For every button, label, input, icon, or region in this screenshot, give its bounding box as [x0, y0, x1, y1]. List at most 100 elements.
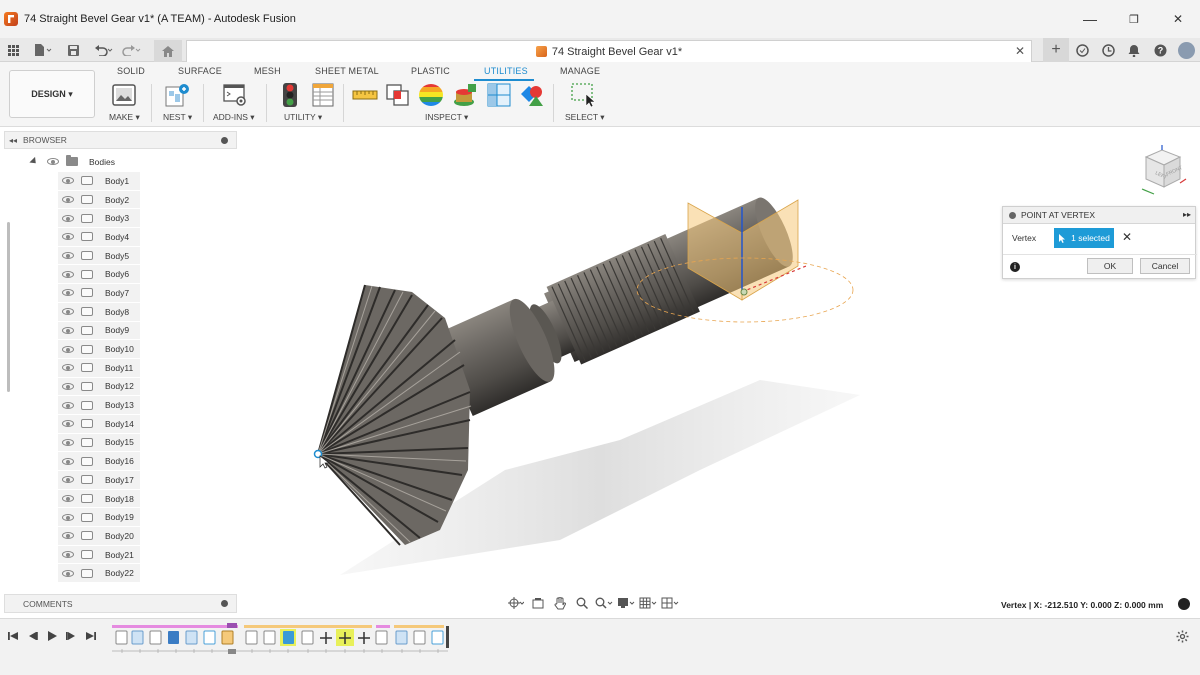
zoom-icon[interactable]	[571, 594, 593, 612]
visibility-eye-icon[interactable]	[62, 401, 74, 409]
nest-icon[interactable]	[164, 82, 190, 108]
draft-analysis-icon[interactable]	[452, 82, 478, 108]
visibility-eye-icon[interactable]	[62, 513, 74, 521]
home-tab[interactable]	[154, 40, 182, 62]
timeline-last-icon[interactable]	[84, 629, 98, 643]
viewports-icon[interactable]	[659, 594, 681, 612]
browser-body-item[interactable]: Body22	[58, 564, 140, 584]
section-analysis-icon[interactable]	[486, 82, 512, 108]
timeline-first-icon[interactable]	[6, 629, 20, 643]
canvas-viewport[interactable]	[240, 128, 1200, 618]
expand-dialog-icon[interactable]: ▸▸	[1183, 210, 1191, 219]
visibility-eye-icon[interactable]	[62, 420, 74, 428]
timeline-next-icon[interactable]	[64, 629, 78, 643]
comments-panel[interactable]: COMMENTS	[4, 594, 237, 613]
extensions-icon[interactable]	[1069, 38, 1095, 62]
undo-icon[interactable]	[92, 42, 116, 58]
timeline-settings-gear-icon[interactable]	[1176, 630, 1189, 646]
document-tab[interactable]: 74 Straight Bevel Gear v1* ✕	[186, 40, 1032, 62]
expand-triangle-icon[interactable]	[29, 156, 39, 167]
visibility-eye-icon[interactable]	[62, 308, 74, 316]
tab-sheet-metal[interactable]: SHEET METAL	[315, 66, 379, 76]
app-grid-icon[interactable]	[6, 42, 20, 58]
visibility-eye-icon[interactable]	[62, 214, 74, 222]
browser-body-item[interactable]: Body4	[58, 228, 140, 247]
browser-body-item[interactable]: Body19	[58, 508, 140, 528]
tab-utilities[interactable]: UTILITIES	[484, 66, 528, 76]
visibility-eye-icon[interactable]	[47, 158, 59, 165]
display-settings-icon[interactable]	[615, 594, 637, 612]
browser-body-item[interactable]: Body21	[58, 545, 140, 565]
view-options-icon[interactable]	[1178, 598, 1190, 610]
help-icon[interactable]: ?	[1147, 38, 1173, 62]
browser-body-item[interactable]: Body17	[58, 471, 140, 490]
workspace-switcher-button[interactable]: DESIGN ▾	[9, 70, 95, 118]
browser-scrollbar[interactable]	[7, 222, 10, 392]
browser-body-item[interactable]: Body3	[58, 209, 140, 229]
browser-body-item[interactable]: Body12	[58, 377, 140, 397]
close-window-button[interactable]: ✕	[1156, 0, 1200, 38]
cancel-button[interactable]: Cancel	[1140, 258, 1190, 274]
browser-body-item[interactable]: Body6	[58, 265, 140, 285]
scripts-addins-icon[interactable]	[222, 82, 248, 108]
visibility-eye-icon[interactable]	[62, 495, 74, 503]
browser-body-item[interactable]: Body2	[58, 190, 140, 210]
timeline-previous-icon[interactable]	[26, 629, 40, 643]
collapse-arrows-icon[interactable]: ◂◂	[9, 136, 17, 145]
comments-pin-icon[interactable]	[221, 600, 228, 607]
visibility-eye-icon[interactable]	[62, 532, 74, 540]
browser-body-item[interactable]: Body15	[58, 433, 140, 453]
browser-body-item[interactable]: Body9	[58, 321, 140, 341]
component-color-cycling-icon[interactable]	[519, 82, 545, 108]
visibility-eye-icon[interactable]	[62, 177, 74, 185]
clear-selection-icon[interactable]: ✕	[1122, 230, 1132, 244]
tab-manage[interactable]: MANAGE	[560, 66, 600, 76]
browser-body-item[interactable]: Body1	[58, 172, 140, 191]
visibility-eye-icon[interactable]	[62, 345, 74, 353]
curvature-zebra-icon[interactable]	[418, 82, 444, 108]
tab-plastic[interactable]: PLASTIC	[411, 66, 450, 76]
notifications-bell-icon[interactable]	[1121, 38, 1147, 62]
browser-body-item[interactable]: Body5	[58, 246, 140, 266]
save-icon[interactable]	[66, 42, 80, 58]
group-select[interactable]: SELECT ▾	[565, 112, 605, 123]
browser-body-item[interactable]: Body18	[58, 489, 140, 509]
visibility-eye-icon[interactable]	[62, 364, 74, 372]
visibility-eye-icon[interactable]	[62, 233, 74, 241]
parameters-table-icon[interactable]	[310, 82, 336, 108]
redo-icon[interactable]	[120, 42, 144, 58]
orbit-icon[interactable]	[505, 594, 527, 612]
visibility-eye-icon[interactable]	[62, 569, 74, 577]
browser-body-item[interactable]: Body14	[58, 414, 140, 434]
view-cube[interactable]: LEFT FRONT	[1136, 145, 1188, 197]
group-make[interactable]: MAKE ▾	[109, 112, 140, 123]
visibility-eye-icon[interactable]	[62, 476, 74, 484]
visibility-eye-icon[interactable]	[62, 382, 74, 390]
timeline-features[interactable]	[112, 623, 462, 657]
minimize-button[interactable]: —	[1068, 0, 1112, 38]
timeline-play-icon[interactable]	[45, 629, 59, 643]
maximize-button[interactable]: ❐	[1112, 0, 1156, 38]
new-tab-icon[interactable]: +	[1043, 38, 1069, 62]
job-status-icon[interactable]	[1095, 38, 1121, 62]
group-nest[interactable]: NEST ▾	[163, 112, 192, 123]
visibility-eye-icon[interactable]	[62, 438, 74, 446]
tab-surface[interactable]: SURFACE	[178, 66, 222, 76]
make-3d-print-icon[interactable]	[111, 82, 137, 108]
grid-settings-icon[interactable]	[637, 594, 659, 612]
zoom-window-icon[interactable]	[593, 594, 615, 612]
bevel-gear-model[interactable]	[240, 128, 1200, 618]
browser-pin-icon[interactable]	[221, 137, 228, 144]
interference-icon[interactable]	[385, 82, 411, 108]
visibility-eye-icon[interactable]	[62, 196, 74, 204]
group-add-ins[interactable]: ADD-INS ▾	[213, 112, 255, 123]
bodies-folder[interactable]: Bodies	[29, 153, 115, 170]
pan-hand-icon[interactable]	[549, 594, 571, 612]
browser-body-item[interactable]: Body16	[58, 452, 140, 471]
visibility-eye-icon[interactable]	[62, 551, 74, 559]
info-icon[interactable]: i	[1010, 262, 1020, 272]
group-utility[interactable]: UTILITY ▾	[284, 112, 322, 123]
measure-icon[interactable]	[352, 82, 378, 108]
dialog-header[interactable]: POINT AT VERTEX ▸▸	[1003, 207, 1195, 224]
select-window-icon[interactable]	[570, 82, 596, 108]
